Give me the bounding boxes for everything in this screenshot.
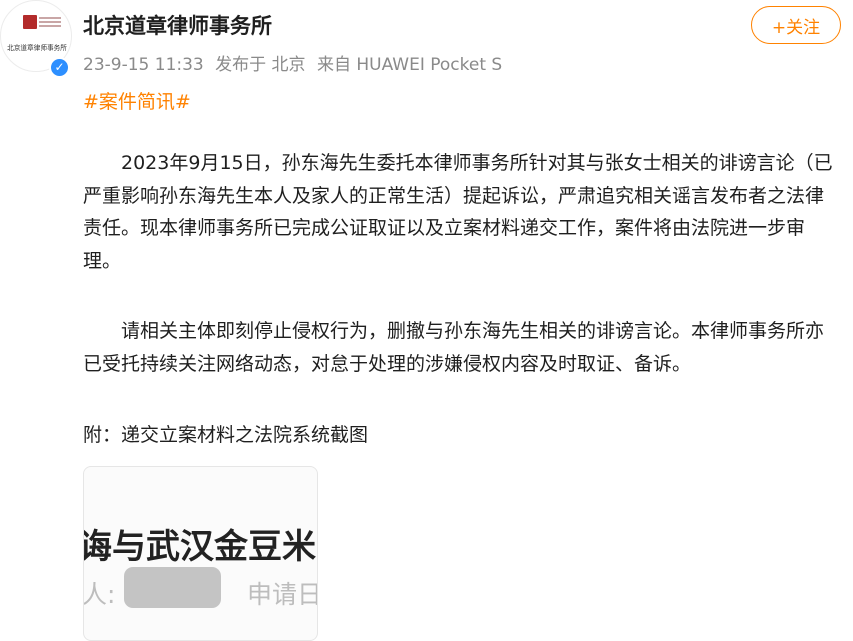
- post-location: 发布于 北京: [215, 55, 306, 75]
- verified-badge-icon: ✓: [49, 57, 70, 78]
- avatar-caption: 北京道章律师事务所: [7, 44, 67, 52]
- post-date: 23-9-15 11:33: [83, 55, 204, 75]
- post-meta: 23-9-15 11:33 发布于 北京 来自 HUAWEI Pocket S: [83, 50, 508, 75]
- logo-text-lines: [39, 17, 61, 19]
- image-label-text: 人:: [83, 580, 116, 609]
- account-name[interactable]: 北京道章律师事务所: [83, 10, 272, 40]
- hashtag-link[interactable]: #案件简讯#: [83, 87, 191, 114]
- image-title-text: 诲与武汉金豆米: [83, 527, 316, 567]
- post-image-thumbnail[interactable]: 诲与武汉金豆米 人: 申请日: [83, 466, 318, 641]
- post-paragraph-1: 2023年9月15日，孙东海先生委托本律师事务所针对其与张女士相关的诽谤言论（已…: [83, 152, 833, 272]
- attachment-caption: 附：递交立案材料之法院系统截图: [83, 424, 369, 446]
- post-device: 来自 HUAWEI Pocket S: [316, 55, 503, 75]
- seal-logo-icon: [23, 15, 37, 29]
- post-paragraph-2: 请相关主体即刻停止侵权行为，删撤与孙东海先生相关的诽谤言论。本律师事务所亦已受托…: [83, 320, 825, 375]
- image-date-label: 申请日: [247, 580, 318, 609]
- follow-button[interactable]: +关注: [751, 6, 841, 44]
- redacted-name-block: [124, 567, 221, 608]
